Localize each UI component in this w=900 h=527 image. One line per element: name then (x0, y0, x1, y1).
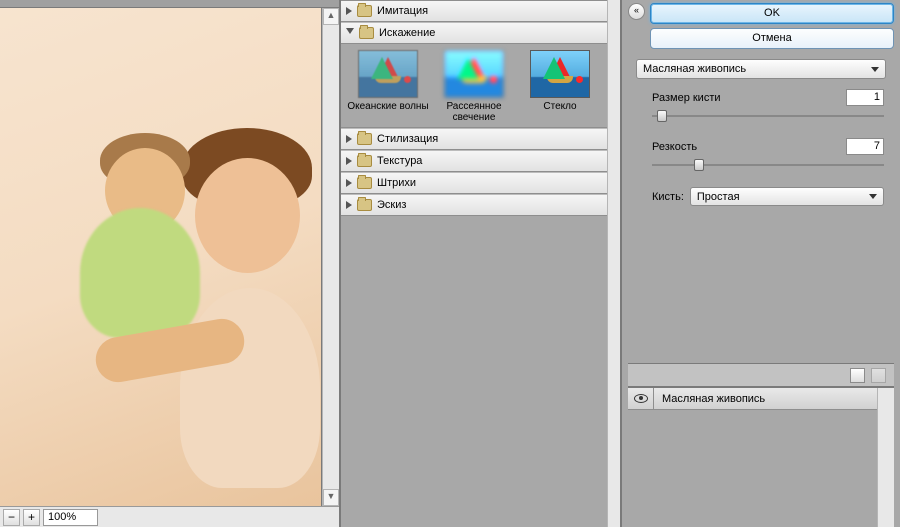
dialog-buttons: « OK Отмена (628, 3, 894, 49)
delete-effect-layer-button[interactable] (871, 368, 886, 383)
category-imitation[interactable]: Имитация (341, 0, 607, 22)
category-distortion[interactable]: Искажение (341, 22, 607, 44)
layers-scrollbar[interactable] (877, 388, 894, 527)
chevron-right-icon (346, 157, 352, 165)
folder-icon (357, 155, 372, 167)
chevron-down-icon (871, 67, 879, 72)
thumb-caption: Стекло (517, 101, 603, 112)
folder-icon (357, 133, 372, 145)
tree-empty-area (341, 264, 607, 527)
filter-thumb-diffuse-glow[interactable]: Рассеянное свечение (431, 50, 517, 123)
thumb-image (358, 50, 418, 98)
preview-footer: − + 100% (0, 506, 339, 527)
effect-layer-toolbar (628, 363, 894, 387)
brush-type-dropdown[interactable]: Простая (690, 187, 884, 206)
param-sharpness: Резкость 7 (652, 138, 884, 171)
slider-knob[interactable] (694, 159, 704, 171)
effect-layer-row[interactable]: Масляная живопись (628, 388, 877, 410)
preview-panel: ▲ ▼ − + 100% (0, 0, 341, 527)
eye-icon (634, 394, 648, 403)
distortion-thumbnails: Океанские волны Рассеянное свечение Стек… (341, 44, 607, 128)
effect-layers-list: Масляная живопись (628, 388, 877, 527)
param-brush-size: Размер кисти 1 (652, 89, 884, 122)
brush-size-input[interactable]: 1 (846, 89, 884, 106)
category-label: Текстура (377, 155, 422, 167)
thumb-image (444, 50, 504, 98)
filter-tree-scrollbar[interactable] (607, 0, 620, 527)
thumb-caption: Рассеянное свечение (431, 101, 517, 123)
brush-size-slider[interactable] (652, 110, 884, 122)
new-effect-layer-button[interactable] (850, 368, 865, 383)
zoom-out-button[interactable]: − (3, 509, 20, 526)
chevron-right-icon (346, 179, 352, 187)
folder-icon (357, 199, 372, 211)
chevron-right-icon (346, 7, 352, 15)
ok-button[interactable]: OK (650, 3, 894, 24)
filter-thumb-ocean-ripple[interactable]: Океанские волны (345, 50, 431, 123)
scroll-down-icon[interactable]: ▼ (323, 489, 339, 506)
scroll-up-icon[interactable]: ▲ (323, 8, 339, 25)
slider-knob[interactable] (657, 110, 667, 122)
chevron-down-icon (346, 28, 354, 38)
param-brush-type: Кисть: Простая (652, 187, 884, 206)
preview-vertical-scrollbar[interactable]: ▲ ▼ (322, 8, 339, 506)
thumb-image (530, 50, 590, 98)
zoom-in-button[interactable]: + (23, 509, 40, 526)
category-sketch[interactable]: Эскиз (341, 194, 607, 216)
preview-image (0, 8, 321, 506)
param-label: Резкость (652, 141, 697, 153)
category-strokes[interactable]: Штрихи (341, 172, 607, 194)
cancel-button[interactable]: Отмена (650, 28, 894, 49)
category-label: Эскиз (377, 199, 406, 211)
category-label: Искажение (379, 27, 435, 39)
param-label: Размер кисти (652, 92, 721, 104)
preview-canvas[interactable] (0, 8, 322, 506)
folder-icon (357, 5, 372, 17)
filter-tree-panel: Имитация Искажение Океанские волны (341, 0, 622, 527)
filter-tree: Имитация Искажение Океанские волны (341, 0, 607, 264)
category-texture[interactable]: Текстура (341, 150, 607, 172)
filter-name-dropdown[interactable]: Масляная живопись (636, 59, 886, 79)
category-label: Штрихи (377, 177, 416, 189)
visibility-toggle[interactable] (628, 388, 654, 409)
effect-layer-name: Масляная живопись (654, 393, 773, 405)
effect-layers-panel: Масляная живопись (628, 387, 894, 527)
collapse-button[interactable]: « (628, 3, 645, 20)
category-label: Имитация (377, 5, 428, 17)
zoom-field[interactable]: 100% (43, 509, 98, 526)
controls-spacer (628, 206, 894, 363)
preview-scroll-area: ▲ ▼ (0, 8, 339, 506)
folder-icon (359, 27, 374, 39)
sharpness-input[interactable]: 7 (846, 138, 884, 155)
param-label: Кисть: (652, 191, 684, 203)
chevron-down-icon (869, 194, 877, 199)
filter-gallery-root: ▲ ▼ − + 100% Имитация (0, 0, 900, 527)
category-label: Стилизация (377, 133, 438, 145)
thumb-caption: Океанские волны (345, 101, 431, 112)
chevron-right-icon (346, 201, 352, 209)
filter-name-value: Масляная живопись (643, 63, 746, 75)
chevron-right-icon (346, 135, 352, 143)
sharpness-slider[interactable] (652, 159, 884, 171)
preview-top-spacer (0, 0, 339, 8)
filter-thumb-glass[interactable]: Стекло (517, 50, 603, 123)
folder-icon (357, 177, 372, 189)
parameters: Размер кисти 1 Резкость 7 К (628, 79, 894, 206)
brush-type-value: Простая (697, 191, 740, 203)
category-stylize[interactable]: Стилизация (341, 128, 607, 150)
controls-panel: « OK Отмена Масляная живопись Размер кис… (622, 0, 900, 527)
